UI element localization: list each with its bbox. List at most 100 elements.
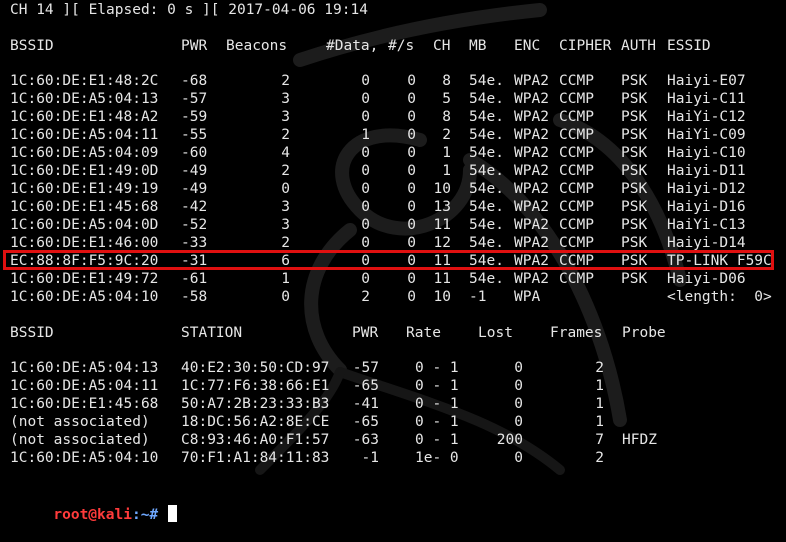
ap-cipher: CCMP <box>559 91 594 107</box>
shell-prompt[interactable]: root@kali:~# <box>0 487 786 523</box>
ap-cipher: CCMP <box>559 199 594 215</box>
terminal-window: CH 14 ][ Elapsed: 0 s ][ 2017-04-06 19:1… <box>0 0 786 523</box>
ap-row: 1C:60:DE:A5:04:10 -58 0 2 0 10 -1 WPA <length: 0… <box>0 288 786 306</box>
prompt-path: :~# <box>131 507 159 523</box>
station-pwr: -63 <box>352 432 379 448</box>
ap-essid: <length: 0> <box>667 289 772 305</box>
station-pwr: -1 <box>361 450 379 466</box>
ap-auth: PSK <box>621 181 648 197</box>
ap-header-rate: #/s <box>388 38 415 54</box>
station-pwr: -41 <box>352 396 379 412</box>
ap-rate: 0 <box>407 109 416 125</box>
ap-data: 0 <box>361 217 370 233</box>
ap-cipher: CCMP <box>559 127 594 143</box>
station-bssid: (not associated) <box>10 432 150 448</box>
status-line: CH 14 ][ Elapsed: 0 s ][ 2017-04-06 19:1… <box>10 2 368 18</box>
ap-row: 1C:60:DE:A5:04:11 -55 2 1 0 2 54e. WPA2 CCMP PSK H… <box>0 126 786 144</box>
ap-bssid: 1C:60:DE:A5:04:0D <box>10 217 159 233</box>
ap-beacons: 2 <box>281 163 290 179</box>
station-station: 70:F1:A1:84:11:83 <box>181 450 330 466</box>
ap-beacons: 1 <box>281 271 290 287</box>
station-lost: 0 <box>514 414 523 430</box>
ap-cipher: CCMP <box>559 217 594 233</box>
station-row: 1C:60:DE:A5:04:10 70:F1:A1:84:11:83 -1 1e- … <box>0 449 786 467</box>
ap-ch: 13 <box>433 199 451 215</box>
ap-rate: 0 <box>407 199 416 215</box>
cursor-block-icon[interactable] <box>167 505 177 522</box>
ap-beacons: 3 <box>281 217 290 233</box>
ap-rate: 0 <box>407 91 416 107</box>
ap-auth: PSK <box>621 217 648 233</box>
ap-header-pwr: PWR <box>181 38 208 54</box>
station-rate: 1e- 0 <box>415 450 459 466</box>
ap-ch: 1 <box>442 163 451 179</box>
ap-beacons: 2 <box>281 73 290 89</box>
ap-row: 1C:60:DE:E1:48:A2 -59 3 0 0 8 54e. WPA2 CCMP PSK H… <box>0 108 786 126</box>
highlight-box <box>3 250 774 270</box>
ap-cipher: CCMP <box>559 271 594 287</box>
ap-row: 1C:60:DE:E1:48:2C -68 2 0 0 8 54e. WPA2 CCMP PSK H… <box>0 72 786 90</box>
ap-rate: 0 <box>407 163 416 179</box>
station-bssid: 1C:60:DE:E1:45:68 <box>10 396 159 412</box>
station-station: 1C:77:F6:38:66:E1 <box>181 378 330 394</box>
ap-mb: 54e. <box>469 163 504 179</box>
station-bssid: 1C:60:DE:A5:04:11 <box>10 378 159 394</box>
ap-header-row: BSSID PWR Beacons #Data, #/s CH MB ENC C… <box>0 37 786 55</box>
station-station: 40:E2:30:50:CD:97 <box>181 360 330 376</box>
ap-mb: 54e. <box>469 73 504 89</box>
ap-beacons: 0 <box>281 181 290 197</box>
ap-enc: WPA2 <box>514 163 549 179</box>
ap-mb: 54e. <box>469 91 504 107</box>
ap-ch: 11 <box>433 217 451 233</box>
ap-header-essid: ESSID <box>667 38 711 54</box>
ap-data: 0 <box>361 73 370 89</box>
ap-auth: PSK <box>621 91 648 107</box>
ap-header-beacons: Beacons <box>226 38 288 54</box>
station-row: 1C:60:DE:A5:04:13 40:E2:30:50:CD:97 -57 0 -… <box>0 359 786 377</box>
station-probe: HFDZ <box>622 432 657 448</box>
station-bssid: 1C:60:DE:A5:04:13 <box>10 360 159 376</box>
ap-essid: Haiyi-C10 <box>667 145 746 161</box>
ap-enc: WPA2 <box>514 109 549 125</box>
ap-data: 1 <box>361 127 370 143</box>
station-rate: 0 - 1 <box>415 414 459 430</box>
station-rate: 0 - 1 <box>415 432 459 448</box>
ap-bssid: 1C:60:DE:E1:49:19 <box>10 181 159 197</box>
ap-auth: PSK <box>621 127 648 143</box>
ap-pwr: -52 <box>181 217 208 233</box>
ap-bssid: 1C:60:DE:A5:04:10 <box>10 289 159 305</box>
station-frames: 1 <box>595 396 604 412</box>
ap-enc: WPA2 <box>514 145 549 161</box>
ap-ch: 11 <box>433 271 451 287</box>
ap-beacons: 3 <box>281 199 290 215</box>
ap-essid: Haiyi-E07 <box>667 73 746 89</box>
station-lost: 200 <box>496 432 523 448</box>
station-lost: 0 <box>514 396 523 412</box>
station-pwr: -65 <box>352 414 379 430</box>
ap-header-data: #Data, <box>326 38 379 54</box>
ap-header-ch: CH <box>433 38 451 54</box>
ap-beacons: 4 <box>281 145 290 161</box>
ap-enc: WPA2 <box>514 91 549 107</box>
ap-auth: PSK <box>621 145 648 161</box>
station-row: (not associated) C8:93:46:A0:F1:57 -63 0 - … <box>0 431 786 449</box>
ap-cipher: CCMP <box>559 109 594 125</box>
ap-pwr: -57 <box>181 91 208 107</box>
ap-rate: 0 <box>407 145 416 161</box>
ap-rate: 0 <box>407 289 416 305</box>
ap-row: 1C:60:DE:E1:49:19 -49 0 0 0 10 54e. WPA2 CCMP PSK… <box>0 180 786 198</box>
station-row: 1C:60:DE:E1:45:68 50:A7:2B:23:33:B3 -41 0 -… <box>0 395 786 413</box>
ap-row: 1C:60:DE:A5:04:0D -52 3 0 0 11 54e. WPA2 CCMP PSK… <box>0 216 786 234</box>
ap-data: 0 <box>361 199 370 215</box>
ap-row: 1C:60:DE:E1:45:68 -42 3 0 0 13 54e. WPA2 CCMP PSK… <box>0 198 786 216</box>
ap-pwr: -49 <box>181 181 208 197</box>
ap-header-mb: MB <box>469 38 487 54</box>
ap-rate: 0 <box>407 127 416 143</box>
ap-mb: 54e. <box>469 127 504 143</box>
station-header-bssid: BSSID <box>10 325 54 341</box>
ap-bssid: 1C:60:DE:E1:49:0D <box>10 163 159 179</box>
station-row: (not associated) 18:DC:56:A2:8E:CE -65 0 - … <box>0 413 786 431</box>
ap-mb: 54e. <box>469 217 504 233</box>
ap-header-cipher: CIPHER <box>559 38 612 54</box>
ap-header-auth: AUTH <box>621 38 656 54</box>
